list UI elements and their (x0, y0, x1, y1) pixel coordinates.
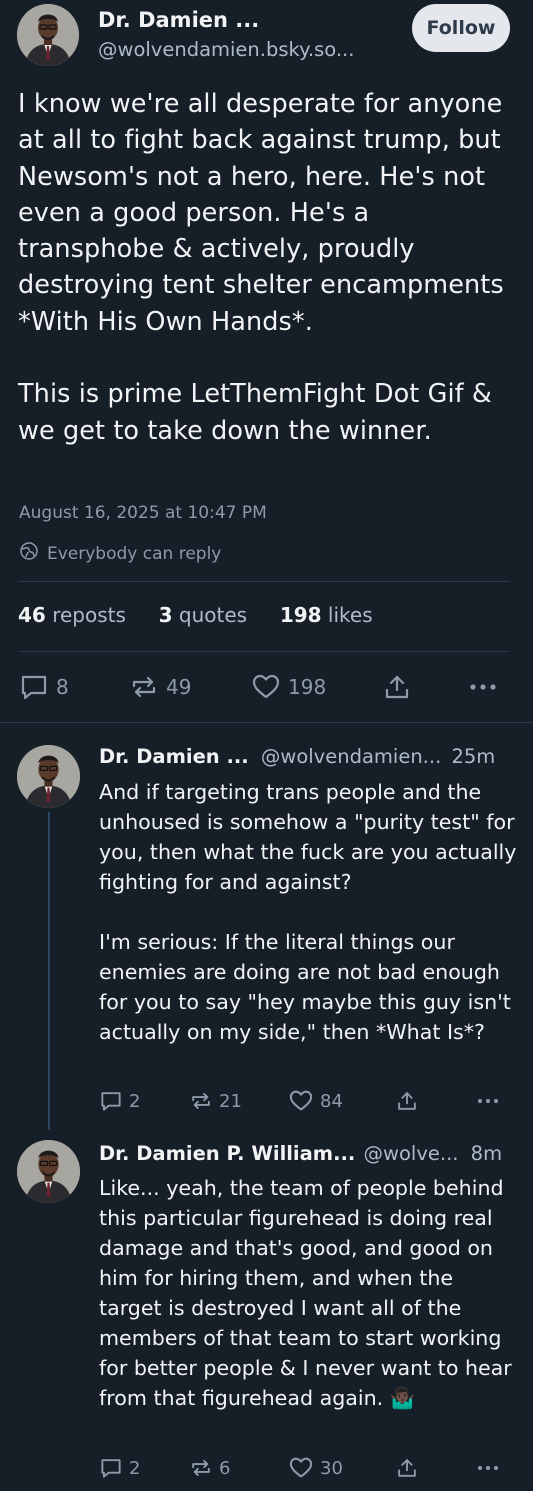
speech-bubble-icon (100, 1457, 122, 1479)
divider (0, 722, 533, 723)
avatar[interactable] (17, 4, 79, 66)
reply-time[interactable]: 8m (471, 1142, 502, 1165)
like-count: 198 (288, 675, 327, 699)
likes-stat[interactable]: 198 likes (280, 603, 373, 627)
avatar[interactable] (17, 745, 80, 808)
more-options-button[interactable] (476, 1457, 500, 1479)
speech-bubble-icon (100, 1090, 122, 1112)
like-button[interactable]: 84 (289, 1090, 343, 1112)
like-button[interactable]: 30 (289, 1457, 343, 1479)
repost-button[interactable]: 21 (190, 1090, 242, 1112)
heart-icon (289, 1457, 313, 1479)
more-options-button[interactable] (468, 674, 498, 700)
share-button[interactable] (383, 674, 411, 700)
post-timestamp[interactable]: August 16, 2025 at 10:47 PM (19, 503, 267, 523)
reply-count: 2 (129, 1457, 141, 1479)
more-dots-icon (476, 1090, 500, 1112)
reply-text: And if targeting trans people and the un… (99, 780, 517, 1044)
author-name[interactable]: Dr. Damien ... (98, 8, 259, 32)
more-dots-icon (476, 1457, 500, 1479)
author-handle[interactable]: @wolvendamien.bsky.so... (98, 38, 354, 61)
share-icon (396, 1457, 418, 1479)
reply-count: 2 (129, 1090, 141, 1112)
like-count: 84 (320, 1090, 343, 1112)
share-button[interactable] (396, 1457, 418, 1479)
repost-arrows-icon (190, 1457, 212, 1479)
speech-bubble-icon (20, 674, 48, 700)
like-button[interactable]: 198 (252, 674, 326, 700)
repost-count: 6 (219, 1457, 231, 1479)
divider (18, 581, 510, 582)
post-stats: 46 reposts 3 quotes 198 likes (18, 603, 373, 627)
reply-setting-label: Everybody can reply (47, 543, 222, 564)
post-text: I know we're all desperate for anyone at… (18, 89, 504, 446)
share-icon (383, 674, 411, 700)
quotes-stat[interactable]: 3 quotes (159, 603, 247, 627)
author-name[interactable]: Dr. Damien ... (99, 745, 249, 768)
more-options-button[interactable] (476, 1090, 500, 1112)
follow-button-label: Follow (426, 17, 496, 39)
divider (18, 651, 510, 652)
like-count: 30 (320, 1457, 343, 1479)
repost-button[interactable]: 6 (190, 1457, 230, 1479)
reply-button[interactable]: 2 (100, 1457, 140, 1479)
follow-button[interactable]: Follow (412, 4, 510, 52)
author-handle[interactable]: @wolve... (364, 1142, 459, 1165)
reposts-stat[interactable]: 46 reposts (18, 603, 126, 627)
author-name[interactable]: Dr. Damien P. William... (99, 1142, 355, 1165)
reply-header: Dr. Damien ... @wolvendamien... 25m (99, 745, 495, 768)
share-icon (396, 1090, 418, 1112)
reply-button[interactable]: 8 (20, 674, 69, 700)
heart-icon (289, 1090, 313, 1112)
repost-count: 21 (219, 1090, 242, 1112)
avatar[interactable] (17, 1140, 80, 1203)
reply-button[interactable]: 2 (100, 1090, 140, 1112)
thread-line (48, 812, 50, 1130)
repost-arrows-icon (130, 674, 158, 700)
repost-arrows-icon (190, 1090, 212, 1112)
reply-setting: Everybody can reply (19, 541, 221, 566)
repost-button[interactable]: 49 (130, 674, 191, 700)
reply-time[interactable]: 25m (451, 745, 495, 768)
reply-count: 8 (56, 675, 69, 699)
more-dots-icon (468, 674, 498, 700)
share-button[interactable] (396, 1090, 418, 1112)
reply-header: Dr. Damien P. William... @wolve... 8m (99, 1142, 502, 1165)
globe-icon (19, 541, 39, 566)
repost-count: 49 (166, 675, 192, 699)
reply-text: Like... yeah, the team of people behind … (99, 1176, 519, 1410)
author-handle[interactable]: @wolvendamien... (261, 745, 441, 768)
heart-icon (252, 674, 280, 700)
